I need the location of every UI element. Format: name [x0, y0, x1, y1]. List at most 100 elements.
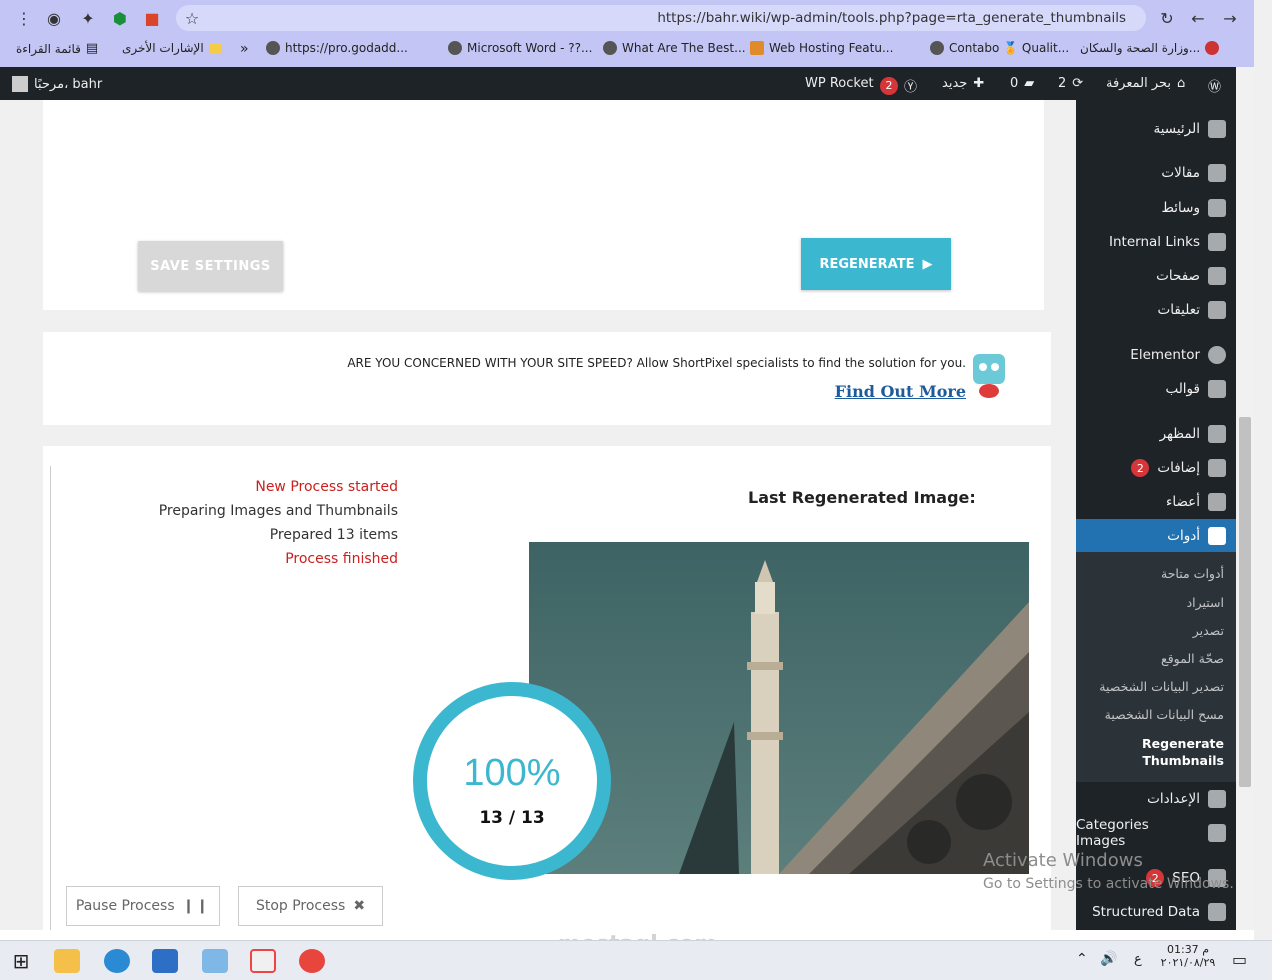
reload-icon[interactable]: ↻: [1157, 8, 1177, 28]
star-icon[interactable]: ☆: [182, 8, 202, 28]
image-icon: [1208, 824, 1226, 842]
bookmark-item[interactable]: https://pro.godadd...: [266, 41, 408, 55]
comments-link[interactable]: 0 ▰: [1010, 76, 1034, 91]
notification-icon[interactable]: ▭: [1232, 950, 1247, 969]
sidebar-item-posts[interactable]: مقالات: [1076, 158, 1236, 188]
refresh-icon: ⟳: [1072, 76, 1084, 91]
promo-panel: ARE YOU CONCERNED WITH YOUR SITE SPEED? …: [43, 332, 1051, 425]
reading-list[interactable]: قائمة القراءة ▤: [16, 41, 98, 56]
clock-date: ٢٠٢١/٠٨/٢٩: [1160, 956, 1216, 969]
submenu-item[interactable]: استيراد: [1187, 595, 1224, 610]
pause-icon: ❙❙: [182, 898, 211, 914]
browser-toolbar: ⋮ ◉ ✦ ⬢ ■ ☆ https://bahr.wiki/wp-admin/t…: [0, 0, 1254, 36]
regenerate-button[interactable]: REGENERATE ▶: [801, 238, 951, 290]
extensions-puzzle-icon[interactable]: ✦: [78, 8, 98, 28]
bookmark-item[interactable]: Microsoft Word - ??...: [448, 41, 592, 55]
sidebar-item-media[interactable]: وسائط: [1076, 193, 1236, 223]
yoast-icon: Ⓨ: [904, 80, 918, 95]
other-bookmarks[interactable]: الإشارات الأخرى: [122, 41, 222, 55]
dashboard-icon: [1208, 120, 1226, 138]
windows-start-icon[interactable]: ⊞: [8, 949, 34, 973]
submenu-item-regenerate-thumbnails[interactable]: Regenerate Thumbnails: [1114, 735, 1224, 769]
bookmark-item[interactable]: Web Hosting Featu...: [750, 41, 893, 55]
updates-link[interactable]: 2 ⟳: [1058, 76, 1083, 91]
sidebar-item-tools[interactable]: أدوات: [1076, 521, 1236, 551]
edge-icon[interactable]: [104, 949, 130, 973]
bookmarks-bar: وزارة الصحة والسكان... Contabo 🏅 Qualit.…: [0, 36, 1254, 67]
pause-process-button[interactable]: Pause Process ❙❙: [66, 886, 220, 926]
clock[interactable]: 01:37 م ٢٠٢١/٠٨/٢٩: [1160, 943, 1216, 969]
plus-icon: ✚: [973, 76, 985, 91]
sidebar-item-categories-images[interactable]: Categories Images: [1076, 817, 1236, 849]
bookmark-item[interactable]: Contabo 🏅 Qualit...: [930, 41, 1069, 55]
back-icon[interactable]: ←: [1188, 8, 1208, 28]
stop-process-button[interactable]: Stop Process ✖: [238, 886, 383, 926]
submenu-item[interactable]: مسح البيانات الشخصية: [1105, 707, 1224, 722]
forward-icon[interactable]: →: [1220, 8, 1240, 28]
promo-text: ARE YOU CONCERNED WITH YOUR SITE SPEED? …: [347, 356, 966, 370]
process-log: New Process started Preparing Images and…: [43, 446, 398, 586]
submenu-item[interactable]: تصدير: [1193, 623, 1224, 638]
submenu-item[interactable]: أدوات متاحة: [1161, 566, 1224, 581]
log-line: Prepared 13 items: [269, 527, 398, 543]
submenu-item[interactable]: تصدير البيانات الشخصية: [1099, 679, 1224, 694]
extension-globe-icon[interactable]: ◉: [44, 8, 64, 28]
sidebar-item-internal-links[interactable]: Internal Links: [1076, 227, 1236, 257]
windows-taskbar: ⊞ ⌃ 🔊 ع 01:37 م ٢٠٢١/٠٨/٢٩ ▭: [0, 940, 1272, 980]
yoast-link[interactable]: 2 Ⓨ: [880, 76, 917, 95]
sidebar-item-pages[interactable]: صفحات: [1076, 261, 1236, 291]
settings-panel: SAVE SETTINGS REGENERATE ▶: [43, 100, 1044, 310]
address-bar[interactable]: ☆ https://bahr.wiki/wp-admin/tools.php?p…: [176, 5, 1146, 31]
find-out-more-link[interactable]: Find Out More: [835, 382, 966, 401]
window-edge: [1254, 0, 1272, 940]
wp-rocket-link[interactable]: WP Rocket: [805, 76, 874, 91]
plugin-icon: [1208, 459, 1226, 477]
sidebar-item-appearance[interactable]: المظهر: [1076, 419, 1236, 449]
process-panel: Last Regenerated Image: New Process star…: [43, 446, 1051, 930]
submenu-item[interactable]: صحّة الموقع: [1161, 651, 1224, 666]
bookmark-favicon-icon: [1205, 41, 1220, 55]
wordpress-logo-icon[interactable]: Ⓦ: [1208, 76, 1221, 95]
volume-icon[interactable]: 🔊: [1100, 951, 1117, 967]
chrome-icon[interactable]: [299, 949, 325, 973]
sidebar-item-plugins[interactable]: 2 إضافات: [1076, 453, 1236, 483]
app-icon[interactable]: [250, 949, 276, 973]
account-menu[interactable]: مرحبًا، bahr: [12, 76, 102, 92]
sidebar-item-users[interactable]: أعضاء: [1076, 487, 1236, 517]
reading-list-icon: ▤: [85, 41, 99, 56]
sidebar-item-comments[interactable]: تعليقات: [1076, 295, 1236, 325]
file-explorer-icon[interactable]: [54, 949, 80, 973]
save-settings-button[interactable]: SAVE SETTINGS: [138, 241, 283, 291]
folder-icon: [208, 42, 222, 54]
sidebar-item-structured-data[interactable]: Structured Data: [1076, 897, 1236, 927]
tray-chevron-icon[interactable]: ⌃: [1076, 951, 1088, 967]
clock-time: 01:37 م: [1166, 943, 1209, 956]
sidebar-item-dashboard[interactable]: الرئيسية: [1076, 114, 1236, 144]
sidebar-item-settings[interactable]: الإعدادات: [1076, 784, 1236, 814]
computer-icon[interactable]: [202, 949, 228, 973]
comment-icon: [1208, 301, 1226, 319]
bookmark-item[interactable]: وزارة الصحة والسكان...: [1080, 41, 1220, 55]
link-icon: [1208, 233, 1226, 251]
bookmark-item[interactable]: What Are The Best...: [603, 41, 746, 55]
more-bookmarks-button[interactable]: »: [240, 41, 249, 57]
log-line: Preparing Images and Thumbnails: [158, 503, 398, 519]
lock-extension-icon[interactable]: ■: [142, 8, 162, 28]
scroll-thumb[interactable]: [1239, 417, 1251, 787]
menu-dots-icon[interactable]: ⋮: [14, 8, 34, 28]
url-text: https://bahr.wiki/wp-admin/tools.php?pag…: [657, 10, 1126, 26]
mail-icon[interactable]: [152, 949, 178, 973]
admin-sidebar: أدوات متاحة استيراد تصدير صحّة الموقع تص…: [1076, 100, 1236, 930]
input-language[interactable]: ع: [1134, 952, 1142, 967]
wrench-icon: [1208, 527, 1226, 545]
progress-count: 13 / 13: [479, 808, 545, 828]
site-name-link[interactable]: بحر المعرفة ⌂: [1106, 76, 1185, 91]
shield-extension-icon[interactable]: ⬢: [110, 8, 130, 28]
sidebar-item-elementor[interactable]: Elementor: [1076, 340, 1236, 370]
new-content-link[interactable]: جديد ✚: [942, 76, 984, 91]
settings-icon: [1208, 790, 1226, 808]
sidebar-item-templates[interactable]: قوالب: [1076, 374, 1236, 404]
tools-submenu: أدوات متاحة استيراد تصدير صحّة الموقع تص…: [1076, 552, 1236, 782]
page-scrollbar[interactable]: [1236, 67, 1254, 930]
elementor-icon: [1208, 346, 1226, 364]
